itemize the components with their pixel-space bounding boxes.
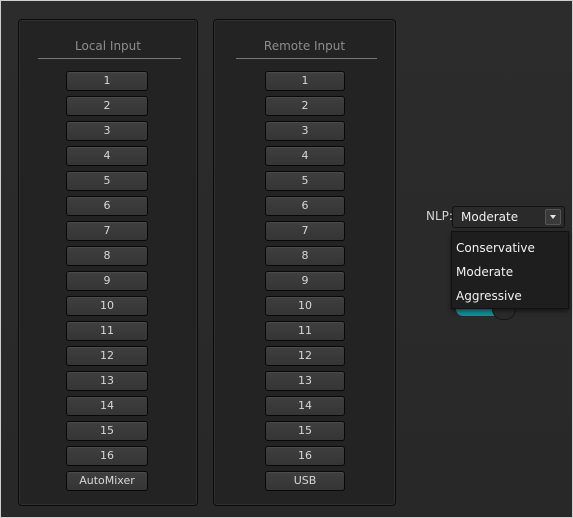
- local-input-button-10[interactable]: 10: [66, 296, 148, 316]
- local-input-button-8[interactable]: 8: [66, 246, 148, 266]
- automixer-button[interactable]: AutoMixer: [66, 471, 148, 491]
- local-input-button-4[interactable]: 4: [66, 146, 148, 166]
- remote-input-button-7[interactable]: 7: [265, 221, 345, 241]
- nlp-select[interactable]: Moderate: [452, 206, 565, 228]
- remote-input-button-14[interactable]: 14: [265, 396, 345, 416]
- remote-input-button-8[interactable]: 8: [265, 246, 345, 266]
- local-input-button-16[interactable]: 16: [66, 446, 148, 466]
- nlp-selected-value: Moderate: [461, 210, 519, 224]
- local-input-button-2[interactable]: 2: [66, 96, 148, 116]
- remote-input-panel: Remote Input 1 2 3 4 5 6 7 8 9 10 11 12 …: [213, 19, 396, 506]
- remote-input-button-13[interactable]: 13: [265, 371, 345, 391]
- remote-input-button-3[interactable]: 3: [265, 121, 345, 141]
- local-input-panel: Local Input 1 2 3 4 5 6 7 8 9 10 11 12 1…: [18, 19, 198, 506]
- local-input-button-3[interactable]: 3: [66, 121, 148, 141]
- remote-input-title: Remote Input: [263, 39, 346, 53]
- remote-input-button-9[interactable]: 9: [265, 271, 345, 291]
- nlp-label: NLP:: [426, 209, 453, 223]
- remote-input-button-10[interactable]: 10: [265, 296, 345, 316]
- local-input-button-6[interactable]: 6: [66, 196, 148, 216]
- local-input-button-7[interactable]: 7: [66, 221, 148, 241]
- remote-input-button-1[interactable]: 1: [265, 71, 345, 91]
- local-input-button-9[interactable]: 9: [66, 271, 148, 291]
- chevron-down-icon: [550, 215, 556, 219]
- remote-input-button-4[interactable]: 4: [265, 146, 345, 166]
- remote-input-button-15[interactable]: 15: [265, 421, 345, 441]
- local-input-button-12[interactable]: 12: [66, 346, 148, 366]
- app-window: Local Input 1 2 3 4 5 6 7 8 9 10 11 12 1…: [0, 0, 573, 518]
- local-input-divider: [38, 58, 181, 59]
- remote-input-button-16[interactable]: 16: [265, 446, 345, 466]
- dropdown-arrow-button[interactable]: [545, 209, 561, 225]
- nlp-option-conservative[interactable]: Conservative: [456, 238, 535, 258]
- local-input-button-1[interactable]: 1: [66, 71, 148, 91]
- usb-button[interactable]: USB: [265, 471, 345, 491]
- nlp-option-moderate[interactable]: Moderate: [456, 262, 513, 282]
- remote-input-button-5[interactable]: 5: [265, 171, 345, 191]
- remote-input-button-11[interactable]: 11: [265, 321, 345, 341]
- local-input-button-15[interactable]: 15: [66, 421, 148, 441]
- local-input-button-5[interactable]: 5: [66, 171, 148, 191]
- remote-input-button-12[interactable]: 12: [265, 346, 345, 366]
- nlp-option-aggressive[interactable]: Aggressive: [456, 286, 522, 306]
- local-input-button-13[interactable]: 13: [66, 371, 148, 391]
- nlp-dropdown-list: Conservative Moderate Aggressive: [451, 231, 569, 309]
- remote-input-divider: [236, 58, 377, 59]
- local-input-button-14[interactable]: 14: [66, 396, 148, 416]
- local-input-button-11[interactable]: 11: [66, 321, 148, 341]
- remote-input-button-6[interactable]: 6: [265, 196, 345, 216]
- local-input-title: Local Input: [75, 39, 141, 53]
- remote-input-button-2[interactable]: 2: [265, 96, 345, 116]
